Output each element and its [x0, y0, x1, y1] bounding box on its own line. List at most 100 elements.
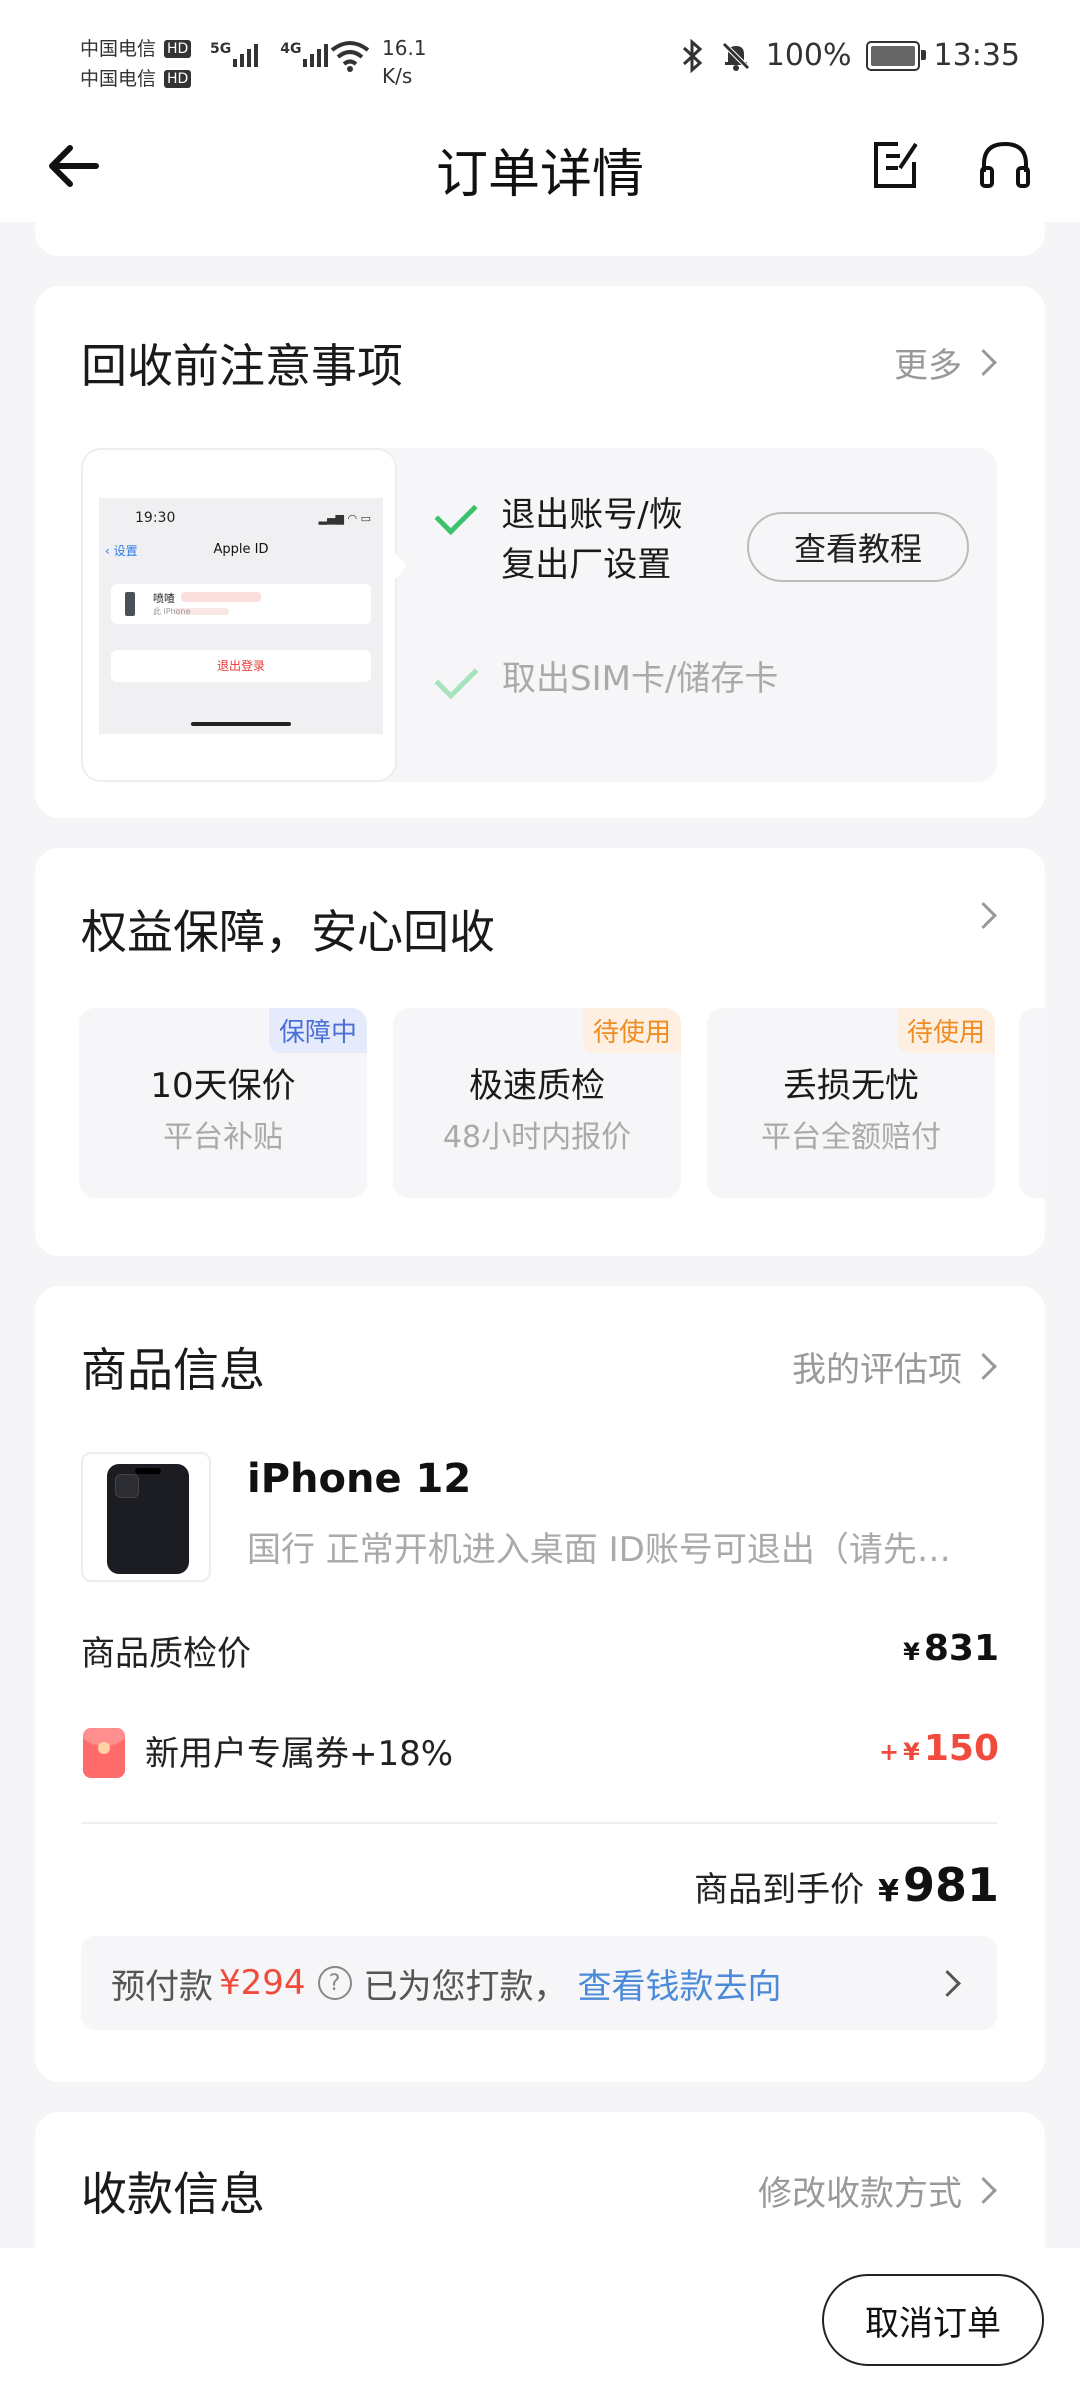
final-price-label: 商品到手价 — [694, 1870, 865, 1910]
step-logout-label: 退出账号/恢复出厂设置 — [501, 495, 683, 585]
chevron-right-icon — [934, 1970, 961, 1997]
prepay-amount-value: 294 — [240, 1963, 306, 2003]
coupon-prefix: + — [879, 1738, 900, 1766]
prepay-paid-text: 已为您打款， — [363, 1966, 568, 2007]
status-bar: 中国电信 HD 中国电信 HD 5G 4G 16.1 K/s 100% 13:3… — [0, 0, 1080, 110]
benefit-title: 10天保价 — [150, 1066, 296, 1106]
preview-time: 19:30 — [135, 510, 176, 526]
status-badge: 待使用 — [896, 1008, 995, 1053]
product-section-title: 商品信息 — [81, 1343, 265, 1397]
iphone-icon — [107, 1464, 189, 1574]
cancel-order-button[interactable]: 取消订单 — [822, 2274, 1044, 2366]
status-badge: 保障中 — [268, 1008, 367, 1053]
help-icon[interactable]: ? — [317, 1966, 352, 2000]
benefit-title: 丢损无忧 — [783, 1066, 919, 1106]
product-name: iPhone 12 — [247, 1456, 472, 1502]
notice-title: 回收前注意事项 — [81, 339, 403, 393]
carrier-2: 中国电信 — [80, 68, 157, 90]
benefits-title: 权益保障，安心回收 — [81, 905, 495, 959]
currency-symbol: ¥ — [878, 1874, 899, 1909]
headset-icon[interactable] — [978, 138, 1032, 192]
modify-payment-label: 修改收款方式 — [758, 2174, 962, 2214]
final-price-value: 981 — [902, 1858, 999, 1912]
network-type-5g: 5G — [210, 41, 232, 57]
bluetooth-icon — [682, 38, 702, 73]
product-card: 商品信息 我的评估项 iPhone 12 国行 正常开机进入桌面 ID账号可退出… — [35, 1286, 1045, 2082]
product-description: 国行 正常开机进入桌面 ID账号可退出（请先… — [247, 1530, 951, 1570]
check-icon — [434, 655, 479, 700]
device-icon — [125, 592, 135, 616]
notice-more-link[interactable]: 更多 — [894, 338, 997, 387]
product-image — [81, 1452, 211, 1582]
view-tutorial-button[interactable]: 查看教程 — [747, 512, 969, 582]
benefit-price-protection[interactable]: 保障中 10天保价 平台补贴 — [79, 1008, 367, 1198]
signal-4g: 4G — [280, 41, 329, 67]
red-packet-icon — [83, 1728, 125, 1778]
chevron-right-icon — [970, 2177, 997, 2204]
final-price-row: 商品到手价 ¥981 — [694, 1858, 999, 1912]
network-speed: 16.1 K/s — [382, 34, 427, 90]
step-logout: 退出账号/恢复出厂设置 — [434, 490, 697, 590]
signal-bars-icon — [303, 44, 329, 67]
chevron-right-icon — [970, 902, 997, 929]
modify-payment-link[interactable]: 修改收款方式 — [758, 2166, 997, 2215]
signal-indicators: 5G 4G — [210, 41, 329, 67]
benefits-card[interactable]: 权益保障，安心回收 保障中 10天保价 平台补贴 待使用 极速质检 48小时内报… — [35, 848, 1045, 1256]
preview-status-icons: ▂▄▆ ◠ ▭ — [318, 512, 371, 525]
preview-account-sub: 此 iPhone — [153, 607, 191, 616]
preview-account-row: 喷喳 此 iPhone — [111, 584, 371, 624]
phone-preview-image: 19:30 ▂▄▆ ◠ ▭ ‹ 设置 Apple ID 喷喳 此 iPhone … — [81, 448, 397, 782]
status-badge: 待使用 — [582, 1008, 681, 1053]
divider — [81, 1822, 997, 1824]
currency-symbol: ¥ — [903, 1638, 920, 1666]
inspection-price-label: 商品质检价 — [81, 1634, 251, 1674]
benefit-fast-inspection[interactable]: 待使用 极速质检 48小时内报价 — [393, 1008, 681, 1198]
benefit-subtitle: 平台全额赔付 — [761, 1120, 941, 1155]
preview-title: Apple ID — [213, 542, 269, 557]
my-evaluation-label: 我的评估项 — [792, 1350, 962, 1390]
benefit-title: 极速质检 — [469, 1066, 605, 1106]
final-price: ¥981 — [878, 1858, 999, 1912]
preview-account-name: 喷喳 — [153, 592, 175, 605]
status-right: 100% 13:35 — [680, 38, 1020, 73]
pointer-triangle — [391, 548, 407, 584]
notice-card: 回收前注意事项 更多 19:30 ▂▄▆ ◠ ▭ ‹ 设置 Apple ID 喷… — [35, 286, 1045, 818]
step-sim-label: 取出SIM卡/储存卡 — [502, 659, 779, 699]
benefit-subtitle: 平台补贴 — [163, 1120, 283, 1155]
benefits-more[interactable] — [970, 902, 997, 929]
signal-bars-icon — [233, 44, 259, 67]
benefits-list: 保障中 10天保价 平台补贴 待使用 极速质检 48小时内报价 待使用 丢损无忧… — [79, 1008, 995, 1198]
hd-badge-2: HD — [164, 70, 192, 88]
coupon-label: 新用户专属券+18% — [145, 1734, 454, 1774]
currency-symbol: ¥ — [219, 1963, 241, 2003]
my-evaluation-link[interactable]: 我的评估项 — [792, 1342, 997, 1391]
speed-unit: K/s — [382, 64, 413, 88]
coupon-value: 150 — [923, 1728, 999, 1769]
bottom-action-bar: 取消订单 — [0, 2248, 1080, 2388]
payment-title: 收款信息 — [81, 2167, 265, 2221]
signal-5g: 5G — [210, 41, 259, 67]
view-money-flow-link[interactable]: 查看钱款去向 — [578, 1959, 782, 2008]
chevron-right-icon — [970, 349, 997, 376]
previous-card-edge — [35, 200, 1045, 256]
edit-note-icon[interactable] — [870, 138, 920, 192]
inspection-price: ¥831 — [903, 1628, 999, 1669]
speed-value: 16.1 — [382, 36, 427, 60]
notice-box: 19:30 ▂▄▆ ◠ ▭ ‹ 设置 Apple ID 喷喳 此 iPhone … — [81, 448, 997, 782]
prepay-amount: ¥294 — [219, 1963, 306, 2003]
prepay-row[interactable]: 预付款 ¥294 ? 已为您打款， 查看钱款去向 — [81, 1936, 997, 2030]
benefit-loss-protection[interactable]: 待使用 丢损无忧 平台全额赔付 — [707, 1008, 995, 1198]
coupon-amount: + ¥150 — [879, 1728, 999, 1769]
inspection-price-value: 831 — [923, 1628, 999, 1669]
prepay-label: 预付款 — [111, 1966, 213, 2007]
benefit-subtitle: 48小时内报价 — [442, 1120, 632, 1155]
wifi-icon — [330, 41, 370, 72]
phone-screen: 19:30 ▂▄▆ ◠ ▭ ‹ 设置 Apple ID 喷喳 此 iPhone … — [99, 498, 383, 734]
clock: 13:35 — [933, 38, 1020, 73]
benefit-next-peek — [1019, 1008, 1045, 1198]
redaction — [181, 592, 261, 602]
carrier-1: 中国电信 — [80, 38, 157, 60]
mute-bell-icon — [721, 41, 750, 71]
hd-badge-1: HD — [164, 40, 192, 58]
network-type-4g: 4G — [280, 41, 302, 57]
